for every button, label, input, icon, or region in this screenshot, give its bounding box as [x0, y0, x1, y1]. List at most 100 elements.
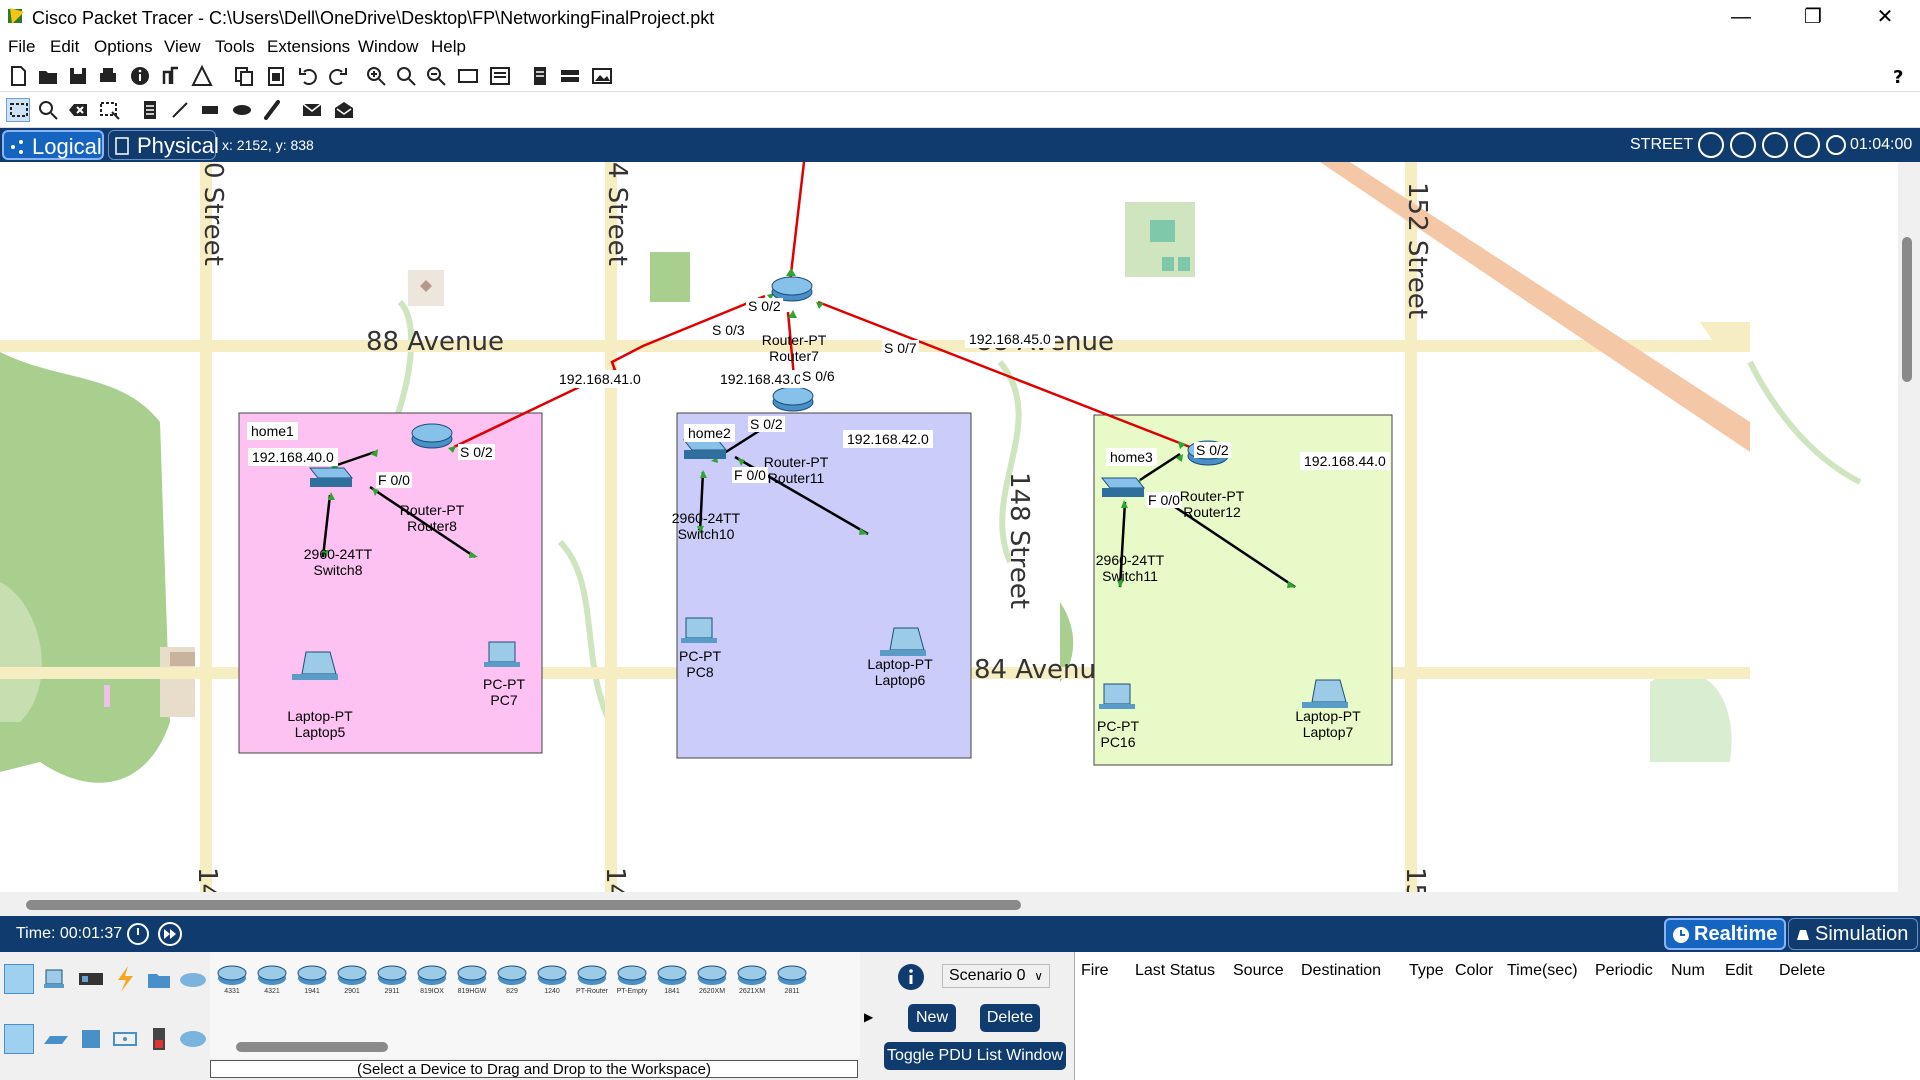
pc-icon[interactable]	[1099, 683, 1135, 709]
maximize-button[interactable]: ❐	[1778, 0, 1848, 34]
device-model-item[interactable]: 4321	[254, 960, 290, 998]
complex-pdu-icon[interactable]	[332, 98, 356, 122]
zoom-out-icon[interactable]	[424, 64, 448, 88]
drawing-palette-icon[interactable]	[456, 64, 480, 88]
image-icon[interactable]	[590, 64, 614, 88]
end-devices-icon[interactable]	[40, 964, 70, 994]
power-cycle-icon[interactable]	[126, 922, 150, 946]
custom-devices-icon[interactable]	[488, 64, 512, 88]
vertical-scroll-thumb[interactable]	[1902, 237, 1912, 382]
menu-window[interactable]: Window	[358, 37, 418, 57]
print-icon[interactable]	[96, 64, 120, 88]
zoom-in-icon[interactable]	[364, 64, 388, 88]
miscellaneous-icon[interactable]	[144, 964, 174, 994]
activity-wizard-icon[interactable]	[190, 64, 214, 88]
delete-scenario-button[interactable]: Delete	[980, 1004, 1040, 1032]
vertical-scrollbar[interactable]	[1898, 162, 1920, 892]
menu-tools[interactable]: Tools	[215, 37, 255, 57]
open-folder-icon[interactable]	[36, 64, 60, 88]
rectangle-tool-icon[interactable]	[198, 98, 222, 122]
zoom-reset-icon[interactable]	[394, 64, 418, 88]
device-model-item[interactable]: 819IOX	[414, 960, 450, 998]
device-model-item[interactable]: 4331	[214, 960, 250, 998]
serial-link[interactable]	[788, 162, 806, 283]
device-model-item[interactable]: 2811	[774, 960, 810, 998]
info-icon[interactable]	[128, 64, 152, 88]
device-model-item[interactable]: 2621XM	[734, 960, 770, 998]
logical-workspace[interactable]: 0 Street 4 Street 152 Street 88 Avenue 8…	[0, 162, 1898, 892]
landscape-icon[interactable]	[1794, 132, 1820, 158]
device-model-item[interactable]: 1941	[294, 960, 330, 998]
device-model-item[interactable]: PT-Router	[574, 960, 610, 998]
menu-help[interactable]: Help	[431, 37, 466, 57]
back-icon[interactable]	[1698, 132, 1724, 158]
copy-icon[interactable]	[232, 64, 256, 88]
document-icon[interactable]	[528, 64, 552, 88]
device-model-item[interactable]: 1841	[654, 960, 690, 998]
logical-view-button[interactable]: Logical	[2, 130, 104, 160]
paste-icon[interactable]	[264, 64, 288, 88]
router-icon[interactable]	[772, 386, 814, 412]
menu-options[interactable]: Options	[94, 37, 153, 57]
hubs-icon[interactable]	[76, 1024, 106, 1054]
device-model-item[interactable]: 2911	[374, 960, 410, 998]
security-icon[interactable]	[144, 1024, 174, 1054]
network-info-icon[interactable]	[160, 64, 184, 88]
save-icon[interactable]	[66, 64, 90, 88]
note-tool-icon[interactable]	[138, 98, 162, 122]
device-model-item[interactable]: PT-Empty	[614, 960, 650, 998]
horizontal-scroll-thumb[interactable]	[26, 900, 1021, 910]
realtime-button[interactable]: Realtime	[1664, 918, 1786, 950]
close-button[interactable]: ✕	[1850, 0, 1920, 34]
ellipse-tool-icon[interactable]	[230, 98, 254, 122]
device-model-item[interactable]: 1240	[534, 960, 570, 998]
redo-icon[interactable]	[326, 64, 350, 88]
device-template-icon[interactable]	[558, 64, 582, 88]
expand-arrow-icon[interactable]: ▶	[864, 1010, 873, 1024]
router-icon[interactable]	[411, 423, 453, 449]
info-icon[interactable]	[896, 962, 926, 992]
pc-icon[interactable]	[484, 641, 520, 667]
connections-icon[interactable]	[110, 964, 140, 994]
clock-icon[interactable]	[1826, 135, 1846, 155]
device-name: PC7	[490, 692, 518, 708]
line-tool-icon[interactable]	[168, 98, 192, 122]
device-model-item[interactable]: 2901	[334, 960, 370, 998]
routers-icon[interactable]	[4, 1024, 34, 1054]
menu-edit[interactable]: Edit	[50, 37, 79, 57]
device-model-item[interactable]: 829	[494, 960, 530, 998]
device-list-scroll-thumb[interactable]	[236, 1042, 388, 1052]
wan-emulation-icon[interactable]	[178, 1024, 208, 1054]
device-model-item[interactable]: 2620XM	[694, 960, 730, 998]
minimize-button[interactable]: —	[1706, 0, 1776, 34]
scenario-select[interactable]: Scenario 0 ∨	[942, 964, 1050, 988]
multiuser-connection-icon[interactable]	[178, 964, 208, 994]
help-icon[interactable]: ?	[1886, 64, 1910, 88]
delete-tool-icon[interactable]	[66, 98, 90, 122]
cloud-icon[interactable]	[1730, 132, 1756, 158]
inspect-tool-icon[interactable]	[36, 98, 60, 122]
simple-pdu-icon[interactable]	[300, 98, 324, 122]
network-devices-icon[interactable]	[4, 964, 34, 994]
new-file-icon[interactable]	[6, 64, 30, 88]
undo-icon[interactable]	[296, 64, 320, 88]
physical-view-button[interactable]: Physical	[108, 130, 219, 160]
menu-extensions[interactable]: Extensions	[267, 37, 350, 57]
freeform-tool-icon[interactable]	[260, 98, 284, 122]
move-icon[interactable]	[1762, 132, 1788, 158]
new-scenario-button[interactable]: New	[908, 1004, 956, 1032]
pdu-panel: Scenario 0 ∨ New Delete Toggle PDU List W…	[880, 952, 1070, 1080]
toggle-pdu-list-button[interactable]: Toggle PDU List Window	[884, 1042, 1066, 1070]
simulation-button[interactable]: Simulation	[1788, 918, 1918, 950]
resize-tool-icon[interactable]	[98, 98, 122, 122]
device-model-item[interactable]: 819HGW	[454, 960, 490, 998]
menu-file[interactable]: File	[8, 37, 35, 57]
switches-icon[interactable]	[40, 1024, 70, 1054]
pc-icon[interactable]	[681, 617, 717, 643]
wireless-devices-icon[interactable]	[110, 1024, 140, 1054]
horizontal-scrollbar[interactable]	[0, 892, 1920, 916]
components-icon[interactable]	[76, 964, 106, 994]
fast-forward-icon[interactable]	[156, 922, 184, 946]
select-tool-icon[interactable]	[6, 98, 30, 122]
menu-view[interactable]: View	[164, 37, 201, 57]
